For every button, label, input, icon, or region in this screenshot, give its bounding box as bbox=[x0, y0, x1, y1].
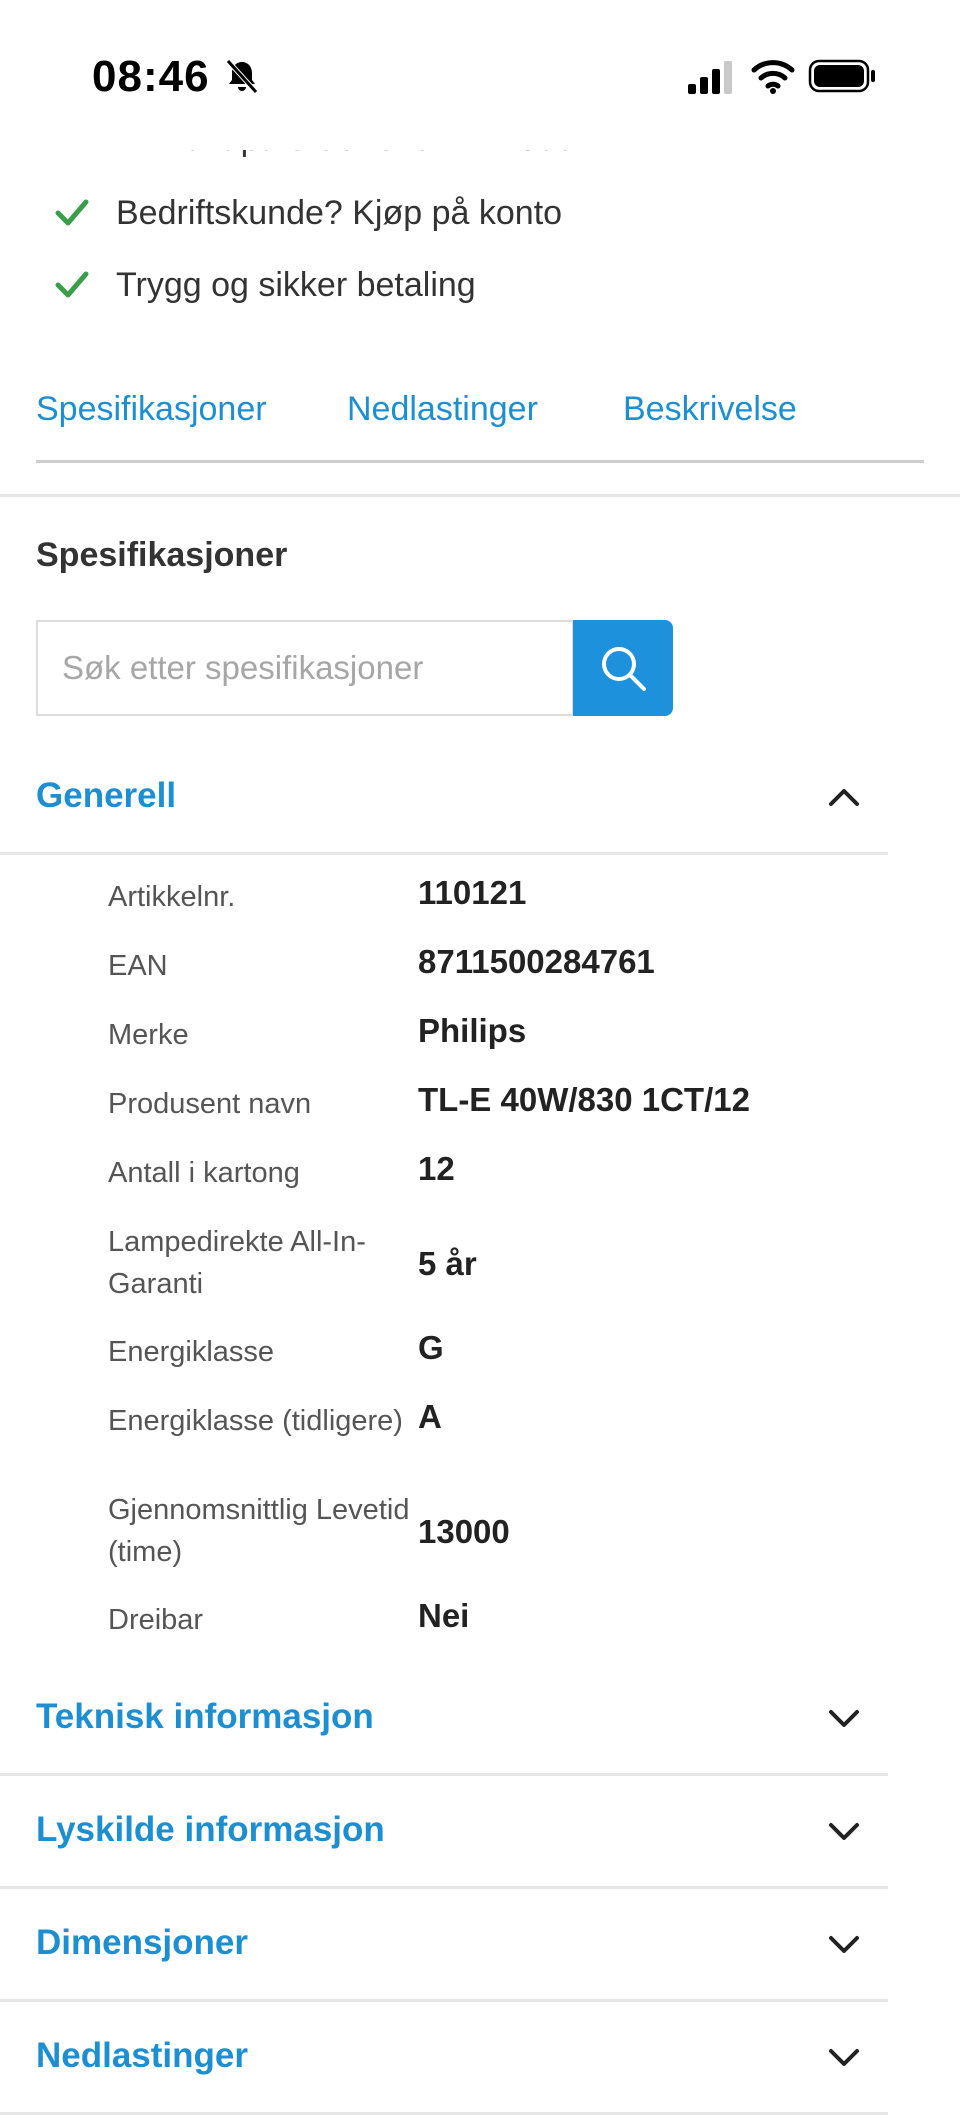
tab-spesifikasjoner[interactable]: Spesifikasjoner bbox=[36, 390, 267, 429]
chevron-up-icon bbox=[829, 789, 859, 806]
chevron-down-icon bbox=[829, 1710, 859, 1727]
search-button[interactable] bbox=[573, 620, 673, 716]
chevron-down-icon bbox=[829, 1936, 859, 1953]
spec-label: Produsent navn bbox=[108, 1088, 312, 1120]
section-title: Lyskilde informasjon bbox=[36, 1810, 385, 1849]
wifi-icon bbox=[751, 60, 795, 94]
tab-nedlastinger[interactable]: Nedlastinger bbox=[347, 390, 538, 429]
section-title: Dimensjoner bbox=[36, 1923, 248, 1962]
bell-muted-icon bbox=[226, 59, 258, 94]
spec-value: TL-E 40W/830 1CT/12 bbox=[418, 1081, 750, 1118]
status-time: 08:46 bbox=[92, 52, 210, 101]
usp-item: Bedriftskunde? Kjøp på konto bbox=[0, 182, 960, 242]
battery-icon bbox=[808, 59, 875, 93]
spec-value: 110121 bbox=[418, 874, 527, 911]
spec-label: Antall i kartong bbox=[108, 1157, 300, 1189]
spec-value: 8711500284761 bbox=[418, 943, 655, 980]
spec-label: Gjennomsnittlig Levetid (time) bbox=[108, 1494, 410, 1568]
chevron-down-icon bbox=[829, 1823, 859, 1840]
signal-icon bbox=[688, 61, 732, 94]
divider bbox=[0, 494, 960, 497]
section-title: Nedlastinger bbox=[36, 2036, 248, 2075]
check-icon bbox=[55, 271, 89, 298]
specifications-title: Spesifikasjoner bbox=[36, 536, 288, 574]
usp-text: Trygg og sikker betaling bbox=[116, 266, 476, 304]
usp-item: Trygg og sikker betaling bbox=[0, 254, 960, 314]
product-tabs: Spesifikasjoner Nedlastinger Beskrivelse bbox=[36, 380, 924, 463]
chevron-down-icon bbox=[829, 2049, 859, 2066]
status-bar: 08:46 bbox=[0, 0, 960, 150]
section-dimensjoner[interactable]: Dimensjoner bbox=[0, 1889, 888, 2002]
spec-value: 12 bbox=[418, 1150, 455, 1187]
spec-search-input[interactable] bbox=[36, 620, 574, 716]
search-icon bbox=[602, 647, 646, 691]
spec-label: EAN bbox=[108, 950, 168, 982]
spec-label: Lampedirekte All-In-Garanti bbox=[108, 1226, 366, 1300]
section-nedlastinger[interactable]: Nedlastinger bbox=[0, 2002, 888, 2115]
spec-label: Merke bbox=[108, 1019, 189, 1051]
spec-value: A bbox=[418, 1398, 442, 1435]
spec-value: 13000 bbox=[418, 1513, 510, 1550]
spec-label: Artikkelnr. bbox=[108, 881, 236, 913]
section-title: Generell bbox=[36, 776, 177, 815]
usp-text: Bedriftskunde? Kjøp på konto bbox=[116, 194, 563, 232]
section-generell[interactable]: Generell bbox=[0, 742, 888, 855]
spec-label: Energiklasse (tidligere) bbox=[108, 1405, 403, 1437]
spec-value: Nei bbox=[418, 1597, 470, 1634]
section-lyskilde-informasjon[interactable]: Lyskilde informasjon bbox=[0, 1776, 888, 1889]
spec-label: Energiklasse bbox=[108, 1336, 275, 1368]
spec-value: Philips bbox=[418, 1012, 527, 1049]
check-icon bbox=[55, 199, 89, 226]
spec-label: Dreibar bbox=[108, 1604, 204, 1636]
spec-value: G bbox=[418, 1329, 444, 1366]
section-teknisk-informasjon[interactable]: Teknisk informasjon bbox=[0, 1663, 888, 1776]
spec-value: 5 år bbox=[418, 1245, 477, 1282]
tab-beskrivelse[interactable]: Beskrivelse bbox=[623, 390, 797, 429]
section-title: Teknisk informasjon bbox=[36, 1697, 374, 1736]
